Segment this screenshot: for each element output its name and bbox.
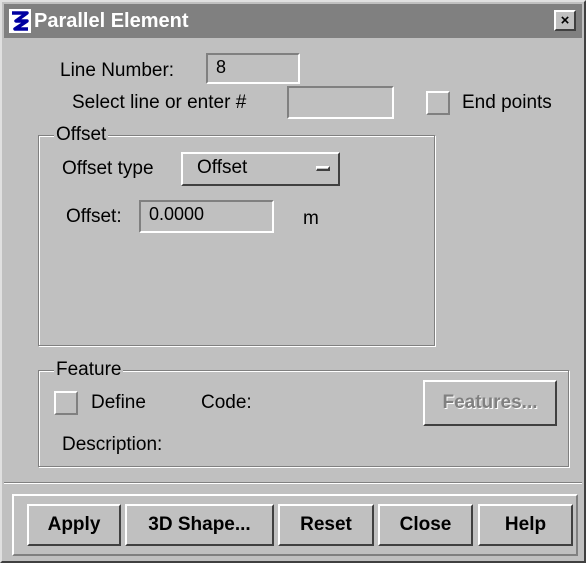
close-button[interactable]: Close: [378, 504, 473, 546]
offset-field[interactable]: 0.0000: [139, 200, 274, 233]
select-line-field[interactable]: [287, 86, 394, 119]
reset-button[interactable]: Reset: [278, 504, 374, 546]
define-label: Define: [91, 392, 146, 413]
code-label: Code:: [201, 392, 252, 413]
line-number-field[interactable]: 8: [206, 53, 300, 84]
offset-label: Offset:: [66, 206, 122, 227]
parallel-element-dialog: Parallel Element × Line Number: 8 Select…: [0, 0, 586, 563]
close-icon: ×: [560, 12, 570, 29]
offset-type-value: Offset: [197, 157, 248, 178]
help-button[interactable]: Help: [478, 504, 573, 546]
window-title: Parallel Element: [34, 9, 189, 32]
description-label: Description:: [62, 434, 163, 455]
title-bar[interactable]: Parallel Element ×: [4, 4, 582, 38]
dropdown-indicator-icon: [316, 166, 330, 171]
define-checkbox[interactable]: [54, 391, 78, 415]
line-number-label: Line Number:: [60, 60, 175, 81]
feature-group-title: Feature: [54, 359, 124, 381]
apply-button[interactable]: Apply: [27, 504, 121, 546]
features-button[interactable]: Features...: [423, 380, 557, 426]
end-points-label: End points: [462, 92, 552, 113]
offset-unit-label: m: [303, 208, 319, 229]
end-points-checkbox[interactable]: [426, 91, 450, 115]
offset-type-label: Offset type: [62, 158, 154, 179]
offset-type-dropdown[interactable]: Offset: [181, 152, 340, 186]
separator: [4, 482, 582, 484]
app-logo-icon: [8, 8, 32, 34]
3d-shape-button[interactable]: 3D Shape...: [125, 504, 274, 546]
select-line-label: Select line or enter #: [72, 92, 247, 113]
close-window-button[interactable]: ×: [554, 10, 576, 31]
offset-group-title: Offset: [54, 124, 109, 146]
